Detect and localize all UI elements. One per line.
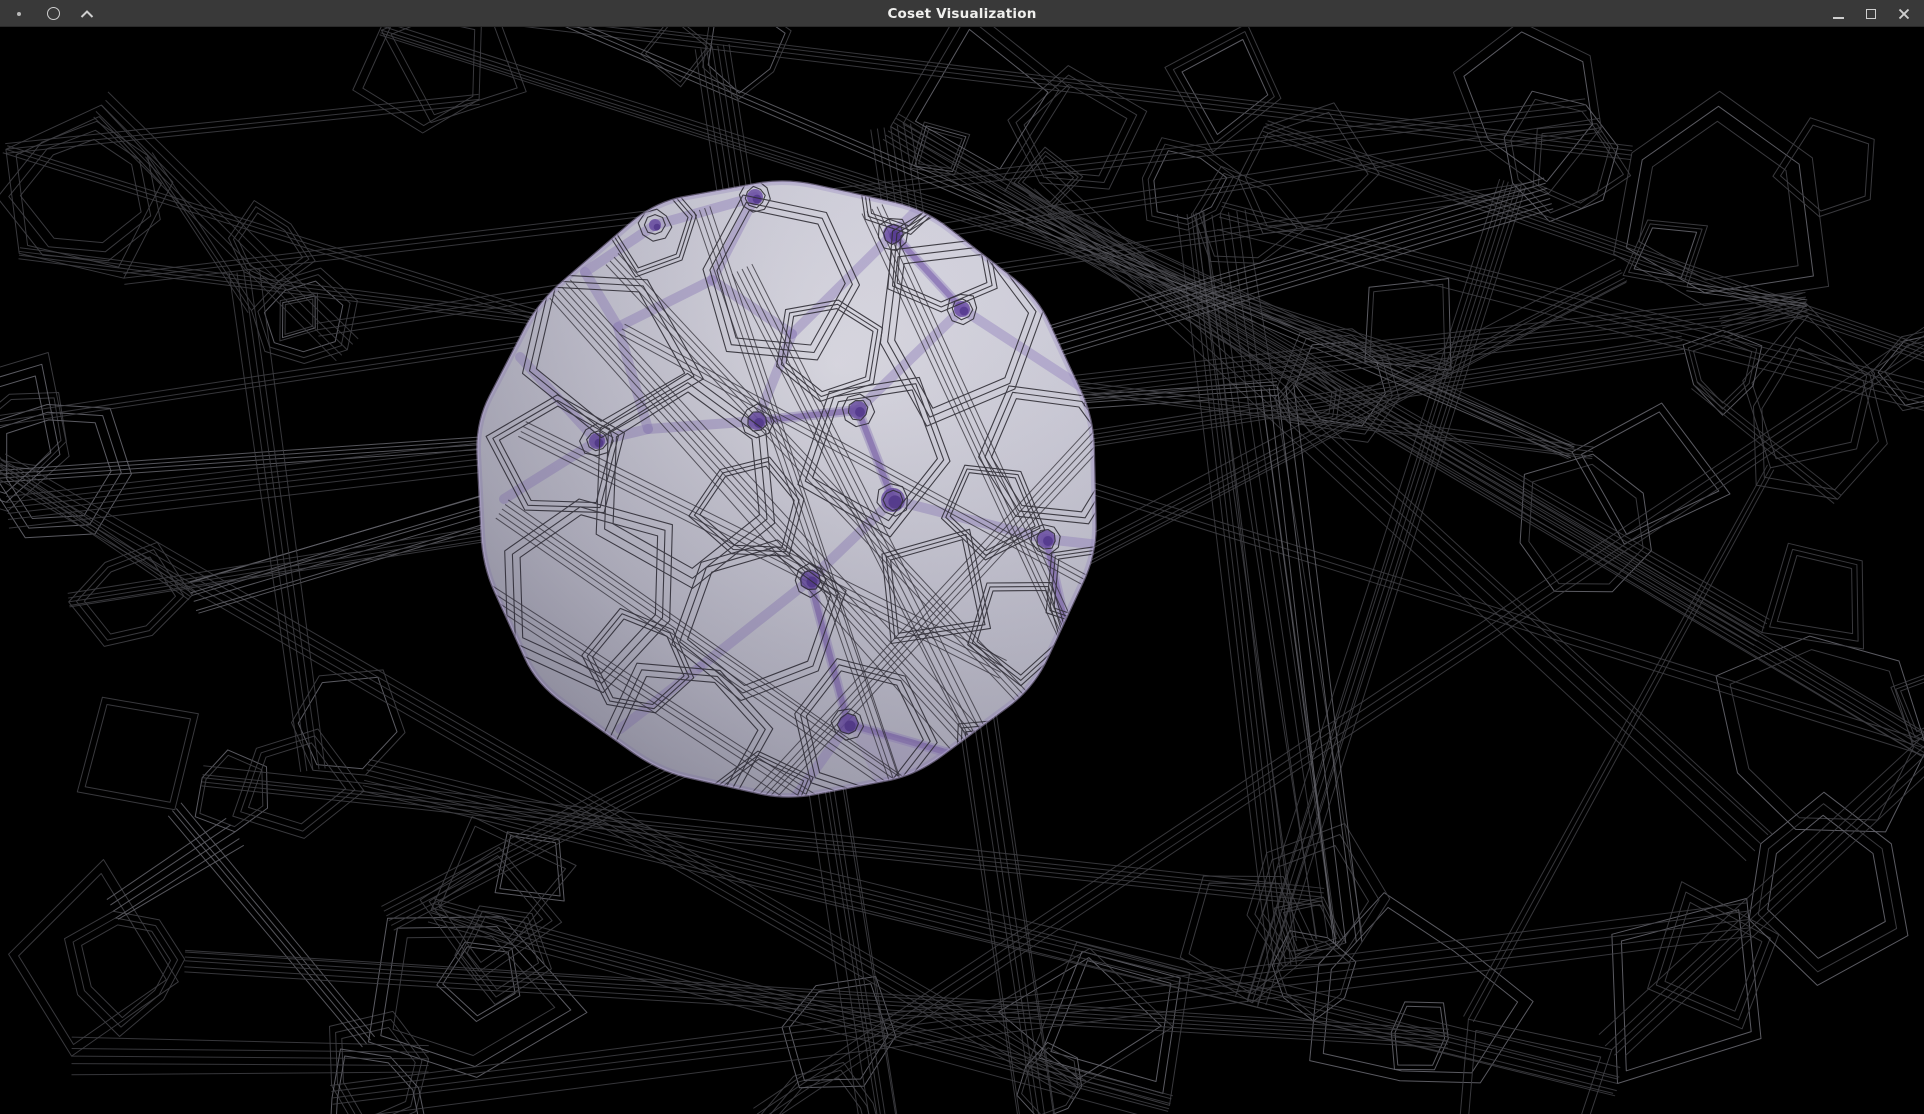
- titlebar: Coset Visualization: [0, 0, 1924, 27]
- close-icon: [1898, 8, 1910, 20]
- chevron-up-button[interactable]: [77, 4, 97, 24]
- minimize-icon: [1833, 17, 1844, 19]
- window-title: Coset Visualization: [0, 6, 1924, 22]
- minimize-button[interactable]: [1828, 4, 1848, 24]
- close-button[interactable]: [1894, 4, 1914, 24]
- circle-icon: [47, 7, 60, 20]
- coset-3d-scene: [0, 27, 1924, 1114]
- chevron-up-icon: [80, 9, 94, 19]
- record-circle-icon[interactable]: [43, 4, 63, 24]
- dot-icon: [17, 12, 21, 16]
- app-window: Coset Visualization: [0, 0, 1924, 1114]
- maximize-icon: [1866, 9, 1876, 19]
- render-viewport[interactable]: [0, 27, 1924, 1114]
- titlebar-left-controls: [0, 4, 97, 24]
- maximize-button[interactable]: [1861, 4, 1881, 24]
- titlebar-right-controls: [1828, 4, 1924, 24]
- menu-dot-icon[interactable]: [9, 4, 29, 24]
